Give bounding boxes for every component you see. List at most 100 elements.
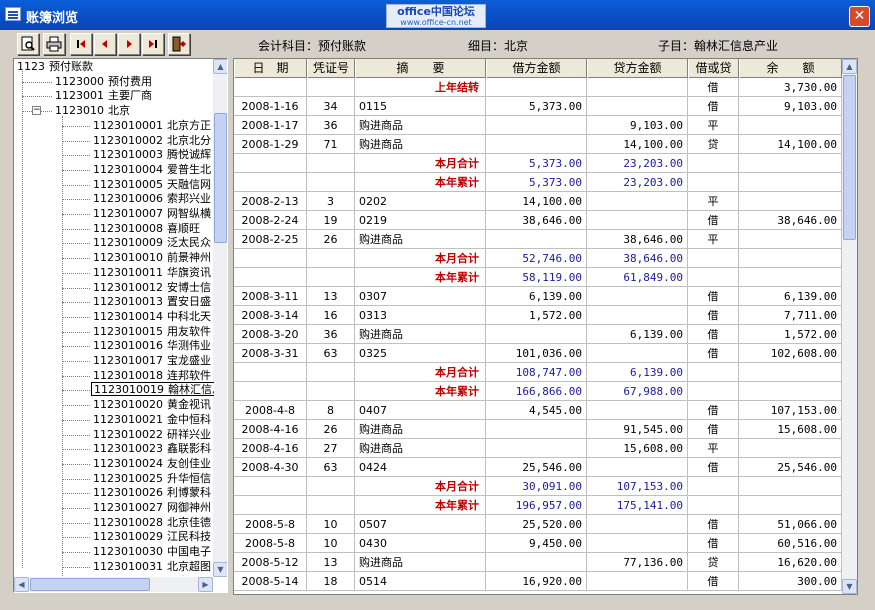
scroll-right-icon[interactable]: ▶ — [198, 577, 213, 592]
tree-item-leaf[interactable]: 1123010031 北京超图 — [93, 560, 211, 574]
scroll-down-icon[interactable]: ▼ — [213, 562, 227, 577]
table-row[interactable]: 2008-1-17 36 购进商品 9,103.00 平 — [234, 116, 842, 135]
grid-scroll-up-icon[interactable]: ▲ — [842, 59, 857, 74]
grid-scroll-down-icon[interactable]: ▼ — [842, 579, 857, 594]
tree-item-leaf[interactable]: 1123010001 北京方正 — [93, 119, 211, 133]
tree-item-level1[interactable]: 1123010 北京 — [55, 104, 130, 118]
tree-item-leaf[interactable]: 1123010015 用友软件 — [93, 325, 211, 339]
tree-item-leaf[interactable]: 1123010009 泛太民众 — [93, 236, 211, 250]
tree-item-leaf[interactable]: 1123010028 北京佳德 — [93, 516, 211, 530]
table-row[interactable]: 本年累计 58,119.00 61,849.00 — [234, 268, 842, 287]
table-row[interactable]: 2008-3-31 63 0325 101,036.00 借 102,608.00 — [234, 344, 842, 363]
tree-item-leaf[interactable]: 1123010027 网御神州 — [93, 501, 211, 515]
table-row[interactable]: 本月合计 30,091.00 107,153.00 — [234, 477, 842, 496]
table-row[interactable]: 上年结转 借 3,730.00 — [234, 78, 842, 97]
tree-horizontal-scrollbar[interactable]: ◀ ▶ — [14, 577, 213, 592]
tree-item-leaf[interactable]: 1123010022 研祥兴业 — [93, 428, 211, 442]
column-header[interactable]: 凭证号 — [307, 59, 355, 78]
table-row[interactable]: 本年累计 5,373.00 23,203.00 — [234, 173, 842, 192]
column-header[interactable]: 摘 要 — [355, 59, 486, 78]
tree-item-leaf[interactable]: 1123010019翰林汇信息产业 — [91, 382, 214, 397]
column-header[interactable]: 借方金额 — [486, 59, 587, 78]
cell-date: 2008-3-20 — [234, 325, 307, 344]
print-button[interactable] — [43, 33, 65, 55]
table-row[interactable]: 2008-5-8 10 0507 25,520.00 借 51,066.00 — [234, 515, 842, 534]
scroll-left-icon[interactable]: ◀ — [14, 577, 29, 592]
tree-item-leaf[interactable]: 1123010002 北京北分 — [93, 134, 211, 148]
tree-item-leaf[interactable]: 1123010020 黄金视讯 — [93, 398, 211, 412]
tree-item-leaf[interactable]: 1123010004 爱普生北 — [93, 163, 211, 177]
cell-balance — [739, 154, 842, 173]
tree-item-leaf[interactable]: 1123010007 网智纵横 — [93, 207, 211, 221]
table-row[interactable]: 2008-5-12 13 购进商品 77,136.00 贷 16,620.00 — [234, 553, 842, 572]
tree-item-leaf[interactable]: 1123010029 江民科技 — [93, 530, 211, 544]
scroll-up-icon[interactable]: ▲ — [213, 59, 227, 74]
table-row[interactable]: 2008-4-16 27 购进商品 15,608.00 平 — [234, 439, 842, 458]
tree-hscroll-thumb[interactable] — [30, 578, 150, 591]
grid-scroll-thumb[interactable] — [843, 75, 856, 240]
column-header[interactable]: 日 期 — [234, 59, 307, 78]
table-row[interactable]: 2008-4-16 26 购进商品 91,545.00 借 15,608.00 — [234, 420, 842, 439]
column-header[interactable]: 贷方金额 — [587, 59, 688, 78]
table-row[interactable]: 2008-2-24 19 0219 38,646.00 借 38,646.00 — [234, 211, 842, 230]
tree-item-leaf[interactable]: 1123010021 金中恒科 — [93, 413, 211, 427]
tree-item-leaf[interactable]: 1123010023 鑫联影科 — [93, 442, 211, 456]
tree-item-leaf[interactable]: 1123010025 升华恒信 — [93, 472, 211, 486]
tree-item-leaf[interactable]: 1123010008 喜顺旺 — [93, 222, 200, 236]
exit-button[interactable] — [168, 33, 190, 55]
table-row[interactable]: 本月合计 52,746.00 38,646.00 — [234, 249, 842, 268]
cell-dc: 贷 — [688, 135, 739, 154]
tree-scroll-thumb[interactable] — [214, 113, 227, 243]
column-header[interactable]: 余 额 — [739, 59, 842, 78]
first-record-button[interactable] — [70, 33, 92, 55]
tree-item-root[interactable]: 1123 预付账款 — [17, 60, 93, 74]
table-row[interactable]: 本年累计 166,866.00 67,988.00 — [234, 382, 842, 401]
tree-item-leaf[interactable]: 1123010032北京丹灵 — [93, 575, 211, 577]
tree-item-leaf[interactable]: 1123010018 连邦软件 — [93, 369, 211, 383]
tree-item-leaf[interactable]: 1123010013 置安日盛 — [93, 295, 211, 309]
tree-item-leaf[interactable]: 1123010010 前景神州 — [93, 251, 211, 265]
cell-balance — [739, 116, 842, 135]
tree-item-leaf[interactable]: 1123010006 索邦兴业 — [93, 192, 211, 206]
ledger-grid[interactable]: 日 期凭证号摘 要借方金额 贷方金额 借或贷余 额 上年结转借 3,730.00 200… — [233, 58, 858, 595]
tree-item-leaf[interactable]: 1123010017 宝龙盛业 — [93, 354, 211, 368]
table-row[interactable]: 2008-4-30 63 0424 25,546.00 借 25,546.00 — [234, 458, 842, 477]
close-button[interactable]: ✕ — [849, 6, 870, 27]
tree-vertical-scrollbar[interactable]: ▲ ▼ — [213, 59, 227, 577]
tree-item-leaf[interactable]: 1123010012 安博士信 — [93, 281, 211, 295]
tree-item-leaf[interactable]: 1123010030 中国电子 — [93, 545, 211, 559]
table-row[interactable]: 2008-1-16 34 0115 5,373.00 借 9,103.00 — [234, 97, 842, 116]
column-header[interactable]: 借或贷 — [688, 59, 739, 78]
table-row[interactable]: 2008-5-8 10 0430 9,450.00 借 60,516.00 — [234, 534, 842, 553]
table-row[interactable]: 2008-3-14 16 0313 1,572.00 借 7,711.00 — [234, 306, 842, 325]
tree-item-level1[interactable]: 1123000 预付费用 — [55, 75, 152, 89]
table-row[interactable]: 本月合计 5,373.00 23,203.00 — [234, 154, 842, 173]
print-preview-button[interactable] — [17, 33, 39, 55]
tree-item-leaf[interactable]: 1123010011 华旗资讯 — [93, 266, 211, 280]
cell-credit: 15,608.00 — [587, 439, 688, 458]
table-row[interactable]: 2008-5-14 18 0514 16,920.00 借 300.00 — [234, 572, 842, 591]
cell-summary: 本年累计 — [355, 382, 486, 401]
tree-item-leaf[interactable]: 1123010026 利博蒙科 — [93, 486, 211, 500]
next-record-button[interactable] — [118, 33, 140, 55]
collapse-icon[interactable]: − — [32, 106, 41, 116]
previous-record-button[interactable] — [94, 33, 116, 55]
table-row[interactable]: 2008-4-8 8 0407 4,545.00 借 107,153.00 — [234, 401, 842, 420]
tree-item-leaf[interactable]: 1123010014 中科北天 — [93, 310, 211, 324]
tree-item-leaf[interactable]: 1123010024 友创佳业 — [93, 457, 211, 471]
cell-balance: 15,608.00 — [739, 420, 842, 439]
tree-item-leaf[interactable]: 1123010003 腾悦诚辉 — [93, 148, 211, 162]
table-row[interactable]: 2008-3-11 13 0307 6,139.00 借 6,139.00 — [234, 287, 842, 306]
last-record-button[interactable] — [142, 33, 164, 55]
tree-item-leaf[interactable]: 1123010005 天融信网 — [93, 178, 211, 192]
table-row[interactable]: 本月合计 108,747.00 6,139.00 — [234, 363, 842, 382]
tree-item-leaf[interactable]: 1123010016 华测伟业 — [93, 339, 211, 353]
grid-vertical-scrollbar[interactable]: ▲ ▼ — [842, 59, 857, 594]
table-row[interactable]: 本年累计 196,957.00 175,141.00 — [234, 496, 842, 515]
table-row[interactable]: 2008-3-20 36 购进商品 6,139.00 借 1,572.00 — [234, 325, 842, 344]
account-tree[interactable]: 1123 预付账款 1123000 预付费用 1123001 主要厂商 1123010 北京… — [13, 58, 228, 593]
table-row[interactable]: 2008-2-13 3 0202 14,100.00 平 — [234, 192, 842, 211]
tree-item-level1[interactable]: 1123001 主要厂商 — [55, 89, 152, 103]
table-row[interactable]: 2008-1-29 71 购进商品 14,100.00 贷 14,100.00 — [234, 135, 842, 154]
table-row[interactable]: 2008-2-25 26 购进商品 38,646.00 平 — [234, 230, 842, 249]
